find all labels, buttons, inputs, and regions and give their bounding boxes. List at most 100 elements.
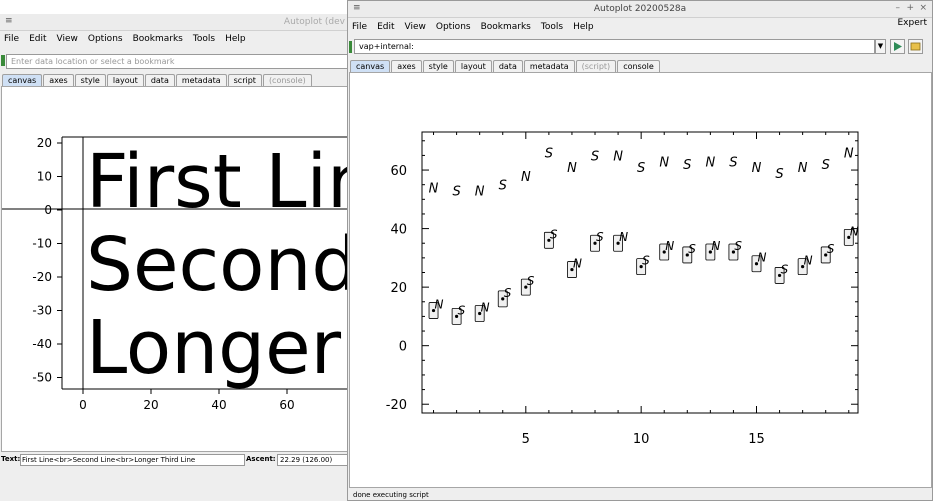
bookmark-button[interactable] xyxy=(908,39,923,54)
upper-symbol: S xyxy=(499,179,507,194)
y-axis-ticks: -20 0 20 40 60 xyxy=(386,140,858,413)
tab-console[interactable]: console xyxy=(617,60,660,72)
status-bar: done executing script xyxy=(353,491,429,499)
point-label: S xyxy=(458,303,466,317)
point-label: N xyxy=(757,251,766,265)
menu-tools[interactable]: Tools xyxy=(193,34,215,44)
tab-style[interactable]: style xyxy=(422,60,454,72)
menu-file[interactable]: File xyxy=(352,22,367,32)
front-tabs: canvas axes style layout data metadata (… xyxy=(350,60,660,72)
tab-layout[interactable]: layout xyxy=(106,74,144,86)
upper-symbol: S xyxy=(822,158,830,173)
play-icon xyxy=(894,42,902,51)
text-line-2: Second Line xyxy=(86,222,353,308)
maximize-icon[interactable]: + xyxy=(906,3,914,13)
window-menu-icon[interactable]: ≡ xyxy=(5,16,13,26)
upper-symbol: S xyxy=(591,149,599,164)
back-x-tick-label: 60 xyxy=(279,398,294,412)
go-button[interactable] xyxy=(890,39,905,54)
point-label: S xyxy=(827,242,835,256)
menu-help[interactable]: Help xyxy=(225,34,246,44)
minimize-icon[interactable]: – xyxy=(896,3,901,13)
menu-bookmarks[interactable]: Bookmarks xyxy=(481,22,531,32)
upper-symbol: S xyxy=(545,146,553,161)
back-y-tick-label: 20 xyxy=(37,136,52,150)
upper-symbol: N xyxy=(475,185,485,200)
front-window: ≡ Autoplot 20200528a – + × File Edit Vie… xyxy=(347,0,933,501)
menu-edit[interactable]: Edit xyxy=(377,22,394,32)
menu-bookmarks[interactable]: Bookmarks xyxy=(133,34,183,44)
point-label: S xyxy=(642,254,650,268)
front-titlebar: ≡ Autoplot 20200528a – + × xyxy=(348,1,932,18)
upper-symbol: N xyxy=(844,146,854,161)
upper-symbol: N xyxy=(798,161,808,176)
upper-symbol: N xyxy=(429,182,439,197)
back-y-tick-label: -10 xyxy=(32,237,52,251)
x-axis-ticks: 5 10 15 xyxy=(433,132,850,447)
back-x-tick-label: 20 xyxy=(143,398,158,412)
tab-script[interactable]: script xyxy=(227,74,262,86)
address-dropdown-button[interactable]: ▼ xyxy=(875,39,886,54)
text-label: Text: xyxy=(1,455,21,463)
back-y-tick-label: -50 xyxy=(32,371,52,385)
tab-canvas[interactable]: canvas xyxy=(350,60,391,72)
front-window-title: Autoplot 20200528a xyxy=(593,4,687,14)
expert-menu[interactable]: Expert xyxy=(898,18,928,28)
upper-symbol: N xyxy=(567,161,577,176)
front-chart-svg: -200204060 5 10 15 N S N SNSNS NS N S N S N S N SN NSN… xyxy=(386,131,859,447)
point-label: S xyxy=(734,239,742,253)
menu-options[interactable]: Options xyxy=(88,34,123,44)
close-icon[interactable]: × xyxy=(919,3,927,13)
back-y-ticks: 20 10 0 -10 -20 -30 -40 -50 xyxy=(32,136,62,385)
x-tick-label: 10 xyxy=(633,432,650,447)
ascent-value-field[interactable]: 22.29 (126.00) xyxy=(277,454,353,466)
folder-icon xyxy=(910,42,921,51)
menu-edit[interactable]: Edit xyxy=(29,34,46,44)
point-label: S xyxy=(688,242,696,256)
upper-symbol-series: N S N SNSNS NS N S N S N S N SN xyxy=(429,146,854,199)
tab-axes[interactable]: axes xyxy=(391,60,422,72)
point-label: N xyxy=(850,224,859,238)
back-window-title: Autoplot (dev xyxy=(283,17,345,27)
lower-point-series: N S NSSSNS NSN S N SNSNSN xyxy=(428,224,859,325)
tab-style[interactable]: style xyxy=(74,74,106,86)
point-label: S xyxy=(596,230,604,244)
menu-help[interactable]: Help xyxy=(573,22,594,32)
y-tick-label: -20 xyxy=(386,398,407,413)
upper-symbol: N xyxy=(752,161,762,176)
upper-symbol: N xyxy=(705,155,715,170)
point-label: N xyxy=(619,230,628,244)
menu-view[interactable]: View xyxy=(405,22,426,32)
point-label: N xyxy=(665,239,674,253)
front-canvas[interactable]: -20 0 20 40 60 5 10 15 NSNSNSNSNSNSNSNSNSN NSN… xyxy=(349,72,932,488)
data-location-input[interactable]: vap+internal: xyxy=(354,39,875,54)
menu-options[interactable]: Options xyxy=(436,22,471,32)
back-x-tick-label: 0 xyxy=(79,398,87,412)
text-value-field[interactable]: First Line<br>Second Line<br>Longer Thir… xyxy=(20,454,245,466)
point-label: N xyxy=(481,300,490,314)
tab-canvas[interactable]: canvas xyxy=(2,74,43,86)
point-label: S xyxy=(781,262,789,276)
tab-script[interactable]: (script) xyxy=(575,60,617,72)
back-text-row: Text: First Line<br>Second Line<br>Longe… xyxy=(1,454,353,466)
point-label: S xyxy=(527,274,535,288)
tab-console[interactable]: (console) xyxy=(262,74,312,86)
back-canvas[interactable]: 20100-10-20-30-40-50 0204060 First Line … xyxy=(1,86,353,452)
upper-symbol: S xyxy=(637,161,645,176)
point-label: N xyxy=(711,239,720,253)
menu-view[interactable]: View xyxy=(57,34,78,44)
tab-metadata[interactable]: metadata xyxy=(175,74,227,86)
data-location-input[interactable]: Enter data location or select a bookmark xyxy=(6,54,352,69)
menu-tools[interactable]: Tools xyxy=(541,22,563,32)
point-label: N xyxy=(804,254,813,268)
back-tabs: canvas axes style layout data metadata s… xyxy=(2,74,312,86)
tab-data[interactable]: data xyxy=(492,60,523,72)
menu-file[interactable]: File xyxy=(4,34,19,44)
tab-layout[interactable]: layout xyxy=(454,60,492,72)
tab-metadata[interactable]: metadata xyxy=(523,60,575,72)
tab-data[interactable]: data xyxy=(144,74,175,86)
back-y-tick-label: -20 xyxy=(32,270,52,284)
upper-symbol: S xyxy=(729,155,737,170)
y-tick-label: 60 xyxy=(390,164,407,179)
tab-axes[interactable]: axes xyxy=(43,74,74,86)
